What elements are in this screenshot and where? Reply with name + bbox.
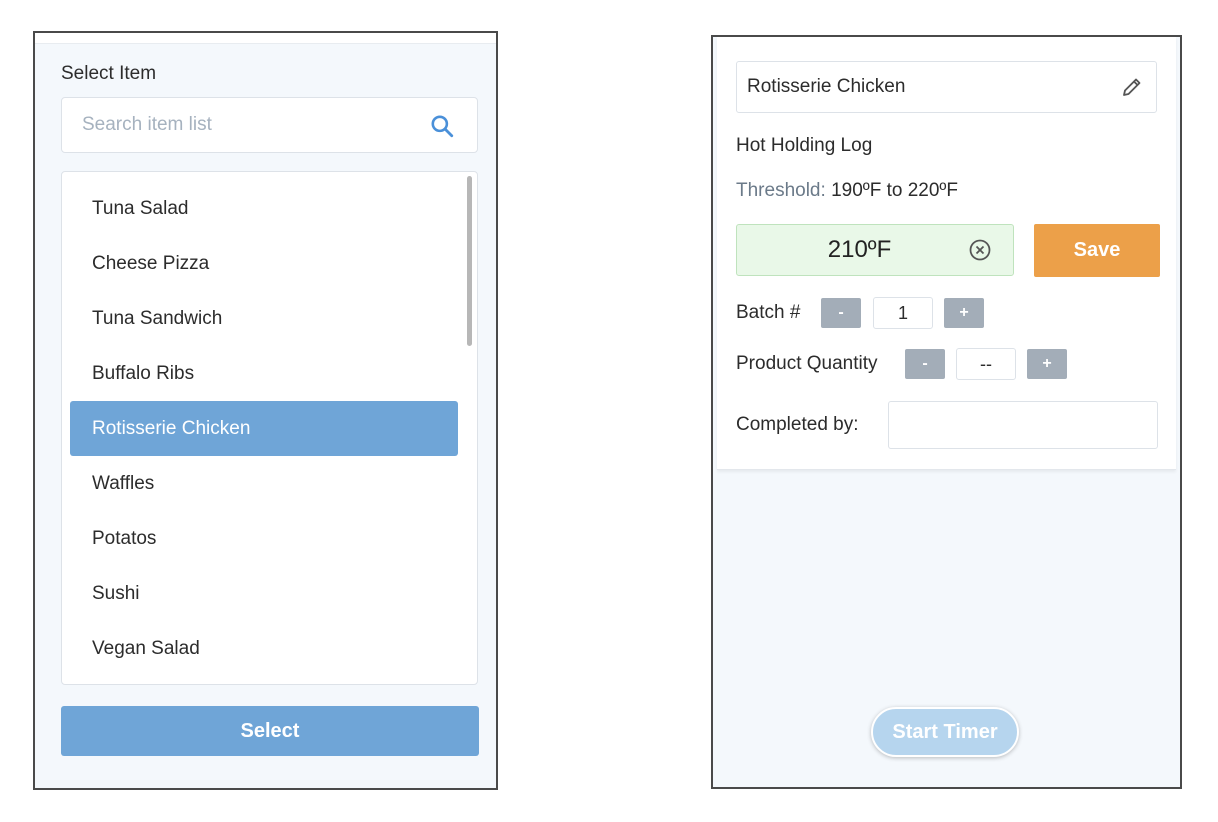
batch-label: Batch # bbox=[736, 302, 801, 323]
clear-icon[interactable] bbox=[968, 238, 992, 262]
search-input[interactable] bbox=[62, 98, 402, 152]
batch-minus-button[interactable]: - bbox=[821, 298, 861, 328]
item-list[interactable]: Tuna Salad Cheese Pizza Tuna Sandwich Bu… bbox=[61, 171, 478, 685]
threshold-label: Threshold: bbox=[736, 180, 826, 201]
panel-top-divider bbox=[35, 33, 496, 44]
select-item-title: Select Item bbox=[61, 63, 157, 84]
list-item[interactable]: Tuna Salad bbox=[70, 181, 458, 236]
threshold-row: Threshold: 190ºF to 220ºF bbox=[736, 180, 958, 202]
pencil-icon[interactable] bbox=[1120, 75, 1144, 99]
log-title: Hot Holding Log bbox=[736, 135, 873, 156]
list-item[interactable]: Potatos bbox=[70, 511, 458, 566]
save-button[interactable]: Save bbox=[1034, 224, 1160, 277]
list-item[interactable]: Waffles bbox=[70, 456, 458, 511]
list-scrollbar[interactable] bbox=[467, 176, 472, 346]
list-item[interactable]: Buffalo Ribs bbox=[70, 346, 458, 401]
temperature-value: 210ºF bbox=[827, 236, 892, 263]
list-item[interactable]: Sushi bbox=[70, 566, 458, 621]
quantity-value[interactable]: -- bbox=[956, 348, 1016, 380]
completed-by-label: Completed by: bbox=[736, 414, 859, 435]
search-icon[interactable] bbox=[429, 113, 455, 139]
batch-plus-button[interactable]: + bbox=[944, 298, 984, 328]
select-item-panel: Select Item Tuna Salad Cheese Pizza Tuna… bbox=[33, 31, 498, 790]
quantity-label: Product Quantity bbox=[736, 353, 878, 374]
quantity-minus-button[interactable]: - bbox=[905, 349, 945, 379]
item-name: Rotisserie Chicken bbox=[747, 76, 906, 97]
list-item[interactable]: Vegan Salad bbox=[70, 621, 458, 676]
select-button[interactable]: Select bbox=[61, 706, 479, 756]
quantity-plus-button[interactable]: + bbox=[1027, 349, 1067, 379]
log-card: Rotisserie Chicken Hot Holding Log Thres… bbox=[717, 37, 1176, 470]
list-item[interactable]: Cheese Pizza bbox=[70, 236, 458, 291]
threshold-value: 190ºF to 220ºF bbox=[831, 180, 958, 201]
start-timer-button[interactable]: Start Timer bbox=[871, 707, 1019, 757]
completed-by-input[interactable] bbox=[888, 401, 1158, 449]
list-item-selected[interactable]: Rotisserie Chicken bbox=[70, 401, 458, 456]
temperature-field[interactable]: 210ºF bbox=[736, 224, 1014, 276]
search-box bbox=[61, 97, 478, 153]
item-name-field[interactable]: Rotisserie Chicken bbox=[736, 61, 1157, 113]
hot-holding-log-panel: Rotisserie Chicken Hot Holding Log Thres… bbox=[711, 35, 1182, 789]
list-item[interactable]: Tuna Sandwich bbox=[70, 291, 458, 346]
batch-value[interactable]: 1 bbox=[873, 297, 933, 329]
